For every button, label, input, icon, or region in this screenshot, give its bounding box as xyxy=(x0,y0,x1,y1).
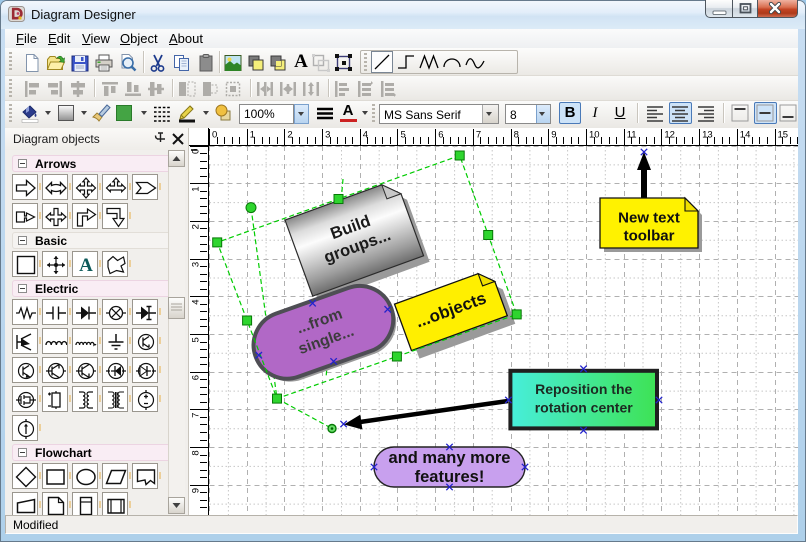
svg-text:6: 6 xyxy=(438,130,443,141)
svg-text:toolbar: toolbar xyxy=(624,228,675,245)
svg-text:0: 0 xyxy=(212,130,217,141)
svg-text:Reposition the: Reposition the xyxy=(535,381,632,397)
svg-text:6: 6 xyxy=(191,375,202,380)
svg-text:9: 9 xyxy=(191,488,202,493)
svg-text:rotation center: rotation center xyxy=(535,400,634,416)
svg-text:8: 8 xyxy=(514,130,519,141)
svg-text:14: 14 xyxy=(740,130,751,141)
svg-text:4: 4 xyxy=(363,130,368,141)
svg-text:features!: features! xyxy=(415,468,485,486)
svg-text:15: 15 xyxy=(778,130,789,141)
svg-text:3: 3 xyxy=(325,130,330,141)
svg-text:New text: New text xyxy=(618,210,680,227)
svg-text:8: 8 xyxy=(191,450,202,455)
svg-text:12: 12 xyxy=(664,130,675,141)
svg-text:1: 1 xyxy=(191,186,202,191)
svg-text:9: 9 xyxy=(551,130,556,141)
svg-text:2: 2 xyxy=(191,224,202,229)
svg-text:11: 11 xyxy=(627,130,637,141)
svg-text:2: 2 xyxy=(287,130,292,141)
svg-text:10: 10 xyxy=(589,130,600,141)
svg-text:5: 5 xyxy=(191,337,202,342)
svg-text:7: 7 xyxy=(476,130,481,141)
svg-text:7: 7 xyxy=(191,413,202,418)
svg-text:3: 3 xyxy=(191,262,202,267)
svg-text:4: 4 xyxy=(191,300,202,305)
svg-text:and many more: and many more xyxy=(389,449,511,467)
svg-text:1: 1 xyxy=(250,130,255,141)
svg-text:5: 5 xyxy=(401,130,406,141)
svg-text:0: 0 xyxy=(191,149,202,154)
svg-text:13: 13 xyxy=(702,130,713,141)
